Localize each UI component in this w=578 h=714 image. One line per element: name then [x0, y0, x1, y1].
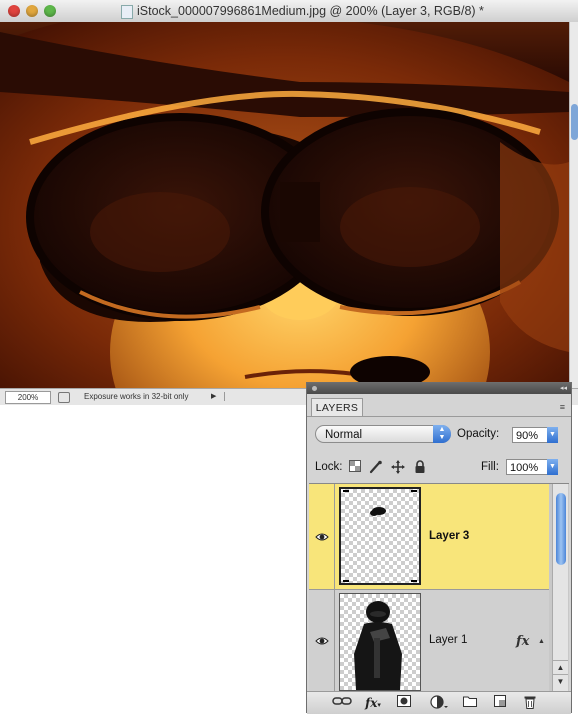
layer-name[interactable]: Layer 3	[429, 530, 469, 542]
panel-menu-icon[interactable]: ≡	[560, 402, 565, 412]
fill-field[interactable]: 100% ▼	[506, 459, 558, 475]
fill-label: Fill:	[481, 461, 499, 473]
blend-mode-select[interactable]: Normal ▲ ▼	[315, 425, 451, 443]
scroll-up-arrow-icon[interactable]: ▲	[553, 660, 568, 674]
lock-position-icon[interactable]	[391, 460, 405, 474]
layer-thumbnail[interactable]	[339, 593, 421, 691]
layers-panel-footer: fx▾	[307, 691, 571, 714]
trash-icon[interactable]	[521, 695, 539, 711]
blend-mode-value: Normal	[325, 429, 363, 441]
scroll-down-arrow-icon[interactable]: ▼	[553, 674, 568, 688]
fill-dropdown-icon[interactable]: ▼	[547, 459, 558, 475]
status-menu-arrow-icon[interactable]: ▶	[211, 392, 216, 402]
panel-collapse-icon[interactable]: ◂◂	[560, 383, 567, 394]
lock-label: Lock:	[315, 461, 343, 473]
zoom-window-button[interactable]	[44, 5, 56, 17]
layer-effects-fx-icon[interactable]: fx	[516, 634, 529, 649]
layer-thumbnail[interactable]	[339, 487, 421, 585]
opacity-label: Opacity:	[457, 428, 500, 440]
lock-image-pixels-icon[interactable]	[369, 460, 383, 474]
opacity-dropdown-icon[interactable]: ▼	[547, 427, 558, 443]
layer-style-icon[interactable]: fx▾	[361, 695, 385, 711]
new-group-icon[interactable]	[461, 695, 479, 711]
layer-name[interactable]: Layer 1	[429, 634, 467, 646]
layers-panel: ◂◂ LAYERS ≡ Normal ▲ ▼ Opacity: 90% ▼ Loc…	[306, 382, 572, 714]
minimize-window-button[interactable]	[26, 5, 38, 17]
panel-close-icon[interactable]	[312, 386, 317, 391]
eye-icon	[315, 637, 329, 645]
layer-mask-icon[interactable]	[395, 695, 413, 711]
document-file-icon	[121, 5, 133, 19]
close-window-button[interactable]	[8, 5, 20, 17]
layer-row-layer-3[interactable]: Layer 3	[309, 484, 549, 590]
document-scroll-thumb[interactable]	[571, 104, 578, 140]
soldier-photo	[0, 22, 569, 388]
document-title: iStock_000007996861Medium.jpg @ 200% (La…	[137, 4, 484, 18]
fill-value: 100%	[510, 462, 539, 474]
lock-transparency-icon[interactable]	[348, 460, 362, 474]
expand-effects-icon[interactable]: ▲	[538, 638, 545, 645]
visibility-toggle[interactable]	[309, 590, 335, 691]
layers-scroll-thumb[interactable]	[556, 493, 566, 565]
eye-icon	[315, 533, 329, 541]
status-info-text: Exposure works in 32-bit only	[84, 392, 189, 401]
visibility-toggle[interactable]	[309, 484, 335, 589]
layer-1-thumbnail-content	[354, 601, 402, 690]
layer-3-thumbnail-content	[343, 490, 417, 582]
adjustment-layer-icon[interactable]	[427, 695, 451, 711]
horizontal-scrollbar[interactable]	[224, 392, 235, 401]
tab-divider	[307, 416, 571, 417]
blend-mode-arrows-icon: ▲ ▼	[433, 425, 451, 443]
link-layers-icon[interactable]	[331, 695, 353, 711]
image-canvas[interactable]	[0, 22, 569, 388]
layer-row-layer-1[interactable]: Layer 1 fx ▲	[309, 590, 549, 691]
new-layer-icon[interactable]	[491, 695, 509, 711]
panel-title-bar[interactable]: ◂◂	[307, 383, 571, 394]
tab-layers[interactable]: LAYERS	[311, 398, 363, 417]
layers-scrollbar[interactable]: ▲ ▼	[552, 484, 568, 691]
opacity-value: 90%	[516, 430, 539, 442]
document-title-bar[interactable]: iStock_000007996861Medium.jpg @ 200% (La…	[0, 0, 578, 23]
layers-list: Layer 3 Layer 1 fx ▲ ▲ ▼	[309, 483, 569, 691]
document-window: iStock_000007996861Medium.jpg @ 200% (La…	[0, 0, 578, 405]
zoom-level-field[interactable]: 200%	[5, 391, 51, 404]
opacity-field[interactable]: 90% ▼	[512, 427, 558, 443]
status-info-icon[interactable]	[58, 392, 70, 403]
document-vertical-scrollbar[interactable]	[569, 22, 578, 388]
lock-all-icon[interactable]	[413, 460, 427, 474]
